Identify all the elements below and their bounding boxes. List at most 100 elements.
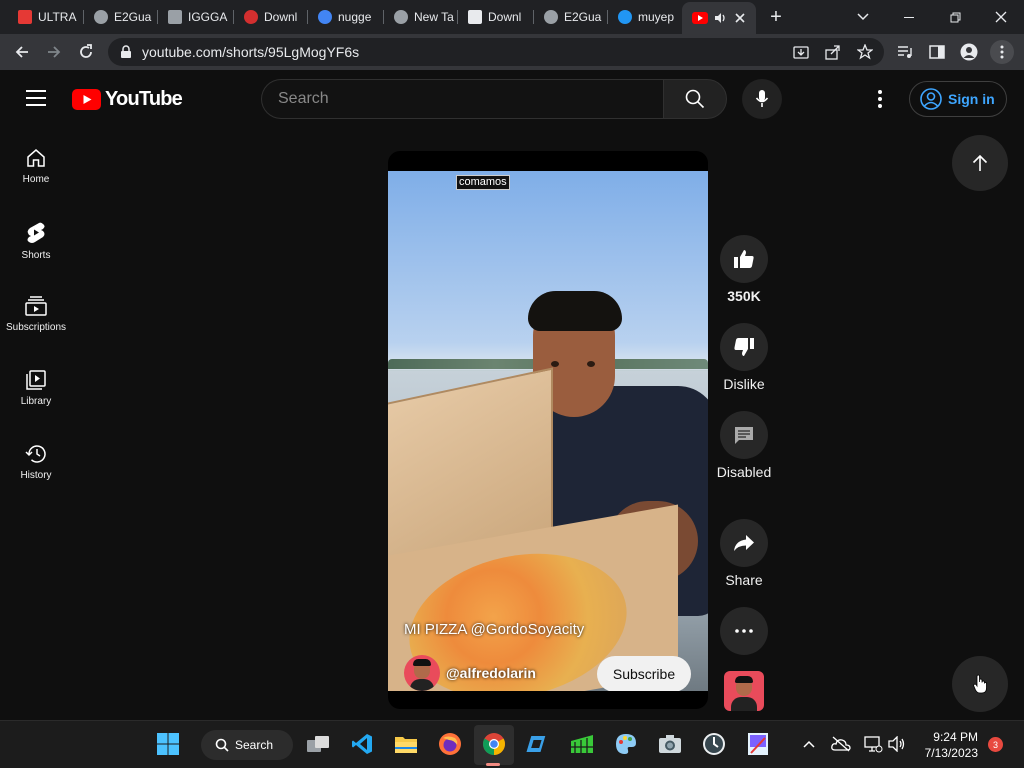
settings-kebab-icon[interactable] bbox=[872, 90, 888, 108]
voice-search-button[interactable] bbox=[742, 79, 782, 119]
logo-text: YouTube bbox=[105, 88, 183, 110]
spreadsheet-app-icon[interactable] bbox=[569, 731, 595, 757]
nav-home-label: Home bbox=[22, 174, 50, 185]
tab-favicon-icon bbox=[318, 10, 332, 24]
dislike-button[interactable] bbox=[720, 323, 768, 371]
next-short-button[interactable] bbox=[952, 656, 1008, 712]
channel-avatar[interactable] bbox=[404, 655, 440, 691]
tab-favicon-icon bbox=[18, 10, 32, 24]
youtube-page: YouTube Search Sign in Home Shorts Subsc… bbox=[0, 70, 1024, 720]
nav-library[interactable]: Library bbox=[0, 370, 72, 444]
browser-tab[interactable]: Downl bbox=[458, 4, 534, 30]
video-frame[interactable]: comamos MI PIZZA @GordoSoyacity @alfredo… bbox=[388, 171, 708, 691]
tab-favicon-icon bbox=[468, 10, 482, 24]
task-view-icon[interactable] bbox=[305, 731, 331, 757]
subscribe-button[interactable]: Subscribe bbox=[597, 656, 691, 691]
reload-button[interactable] bbox=[74, 40, 98, 64]
youtube-logo[interactable]: YouTube bbox=[72, 88, 183, 111]
onedrive-offline-icon[interactable] bbox=[829, 731, 853, 757]
tab-favicon-icon bbox=[618, 10, 632, 24]
chrome-icon[interactable] bbox=[481, 731, 507, 757]
person-hair bbox=[528, 291, 622, 331]
snipping-tool-icon[interactable] bbox=[745, 731, 771, 757]
tab-title: nugge bbox=[338, 10, 372, 24]
nav-shorts[interactable]: Shorts bbox=[0, 222, 72, 296]
browser-tab[interactable]: muyep bbox=[608, 4, 682, 30]
comment-icon bbox=[735, 427, 753, 444]
clock-date: 7/13/2023 bbox=[924, 746, 978, 760]
hamburger-menu-icon[interactable] bbox=[26, 90, 46, 106]
browser-tab[interactable]: E2Gua bbox=[84, 4, 158, 30]
close-tab-icon[interactable] bbox=[734, 12, 746, 24]
speaker-icon[interactable] bbox=[714, 11, 728, 25]
search-box[interactable]: Search bbox=[261, 79, 663, 119]
nav-history[interactable]: History bbox=[0, 444, 72, 518]
browser-tab[interactable]: Downl bbox=[234, 4, 308, 30]
channel-name[interactable]: @alfredolarin bbox=[446, 665, 536, 681]
vscode-icon[interactable] bbox=[349, 731, 375, 757]
tab-title: ULTRA bbox=[38, 10, 77, 24]
nav-shorts-label: Shorts bbox=[21, 250, 51, 261]
file-explorer-icon[interactable] bbox=[393, 731, 419, 757]
search-input[interactable]: Search bbox=[278, 90, 329, 108]
person-eye bbox=[587, 361, 595, 367]
show-hidden-icons-chevron-icon[interactable] bbox=[797, 731, 821, 757]
previous-short-button[interactable] bbox=[952, 135, 1008, 191]
paint-icon[interactable] bbox=[613, 731, 639, 757]
close-window-button[interactable] bbox=[978, 0, 1024, 34]
firefox-icon[interactable] bbox=[437, 731, 463, 757]
nav-home[interactable]: Home bbox=[0, 148, 72, 222]
shorts-icon bbox=[27, 222, 45, 243]
back-button[interactable] bbox=[10, 40, 34, 64]
active-app-indicator bbox=[486, 763, 500, 766]
share-button[interactable] bbox=[720, 519, 768, 567]
taskbar-clock[interactable]: 9:24 PM 7/13/2023 bbox=[912, 729, 978, 761]
taskbar-search-button[interactable]: Search bbox=[201, 730, 293, 760]
network-icon[interactable] bbox=[861, 731, 885, 757]
browser-tab[interactable]: ULTRA bbox=[8, 4, 84, 30]
more-actions-button[interactable] bbox=[720, 607, 768, 655]
tab-search-icon[interactable] bbox=[840, 0, 886, 34]
audio-source-thumbnail[interactable] bbox=[724, 671, 764, 711]
volume-icon[interactable] bbox=[885, 731, 909, 757]
browser-tab[interactable]: E2Gua bbox=[534, 4, 608, 30]
tab-title: IGGGA bbox=[188, 10, 228, 24]
comments-button[interactable] bbox=[720, 411, 768, 459]
chrome-menu-icon[interactable] bbox=[990, 40, 1014, 64]
browser-tab[interactable]: New Ta bbox=[384, 4, 458, 30]
tab-title: E2Gua bbox=[564, 10, 602, 24]
camera-app-icon[interactable] bbox=[657, 731, 683, 757]
clock-time: 9:24 PM bbox=[933, 730, 978, 744]
like-button[interactable] bbox=[720, 235, 768, 283]
forward-button[interactable] bbox=[42, 40, 66, 64]
lock-icon[interactable] bbox=[120, 45, 132, 59]
profile-icon[interactable] bbox=[957, 40, 981, 64]
home-icon bbox=[27, 149, 45, 167]
new-tab-button[interactable]: + bbox=[756, 0, 796, 34]
windows-taskbar: Search 9:24 PM 7/13/2023 3 bbox=[0, 720, 1024, 768]
clock-app-icon[interactable] bbox=[701, 731, 727, 757]
media-control-icon[interactable] bbox=[893, 40, 917, 64]
address-bar[interactable]: youtube.com/shorts/95LgMogYF6s bbox=[108, 38, 884, 66]
short-title[interactable]: MI PIZZA @GordoSoyacity bbox=[404, 621, 584, 638]
thumbs-up-icon bbox=[734, 250, 754, 268]
restore-button[interactable] bbox=[932, 0, 978, 34]
sign-in-button[interactable]: Sign in bbox=[909, 81, 1007, 117]
notification-badge[interactable]: 3 bbox=[988, 737, 1003, 752]
azure-data-studio-icon[interactable] bbox=[525, 731, 551, 757]
search-button[interactable] bbox=[663, 79, 727, 119]
minimize-button[interactable] bbox=[886, 0, 932, 34]
youtube-favicon-icon bbox=[692, 12, 708, 24]
side-panel-icon[interactable] bbox=[925, 40, 949, 64]
install-app-icon[interactable] bbox=[793, 44, 809, 60]
browser-tab[interactable]: nugge bbox=[308, 4, 384, 30]
bookmark-star-icon[interactable] bbox=[857, 44, 873, 60]
nav-subscriptions[interactable]: Subscriptions bbox=[0, 296, 72, 370]
taskbar-search-label: Search bbox=[235, 738, 274, 752]
share-page-icon[interactable] bbox=[825, 44, 841, 60]
windows-start-icon[interactable] bbox=[155, 731, 181, 757]
person-eye bbox=[551, 361, 559, 367]
browser-tab[interactable]: IGGGA bbox=[158, 4, 234, 30]
browser-tab-active[interactable] bbox=[682, 2, 756, 34]
shorts-video-player[interactable]: comamos MI PIZZA @GordoSoyacity @alfredo… bbox=[388, 151, 708, 709]
